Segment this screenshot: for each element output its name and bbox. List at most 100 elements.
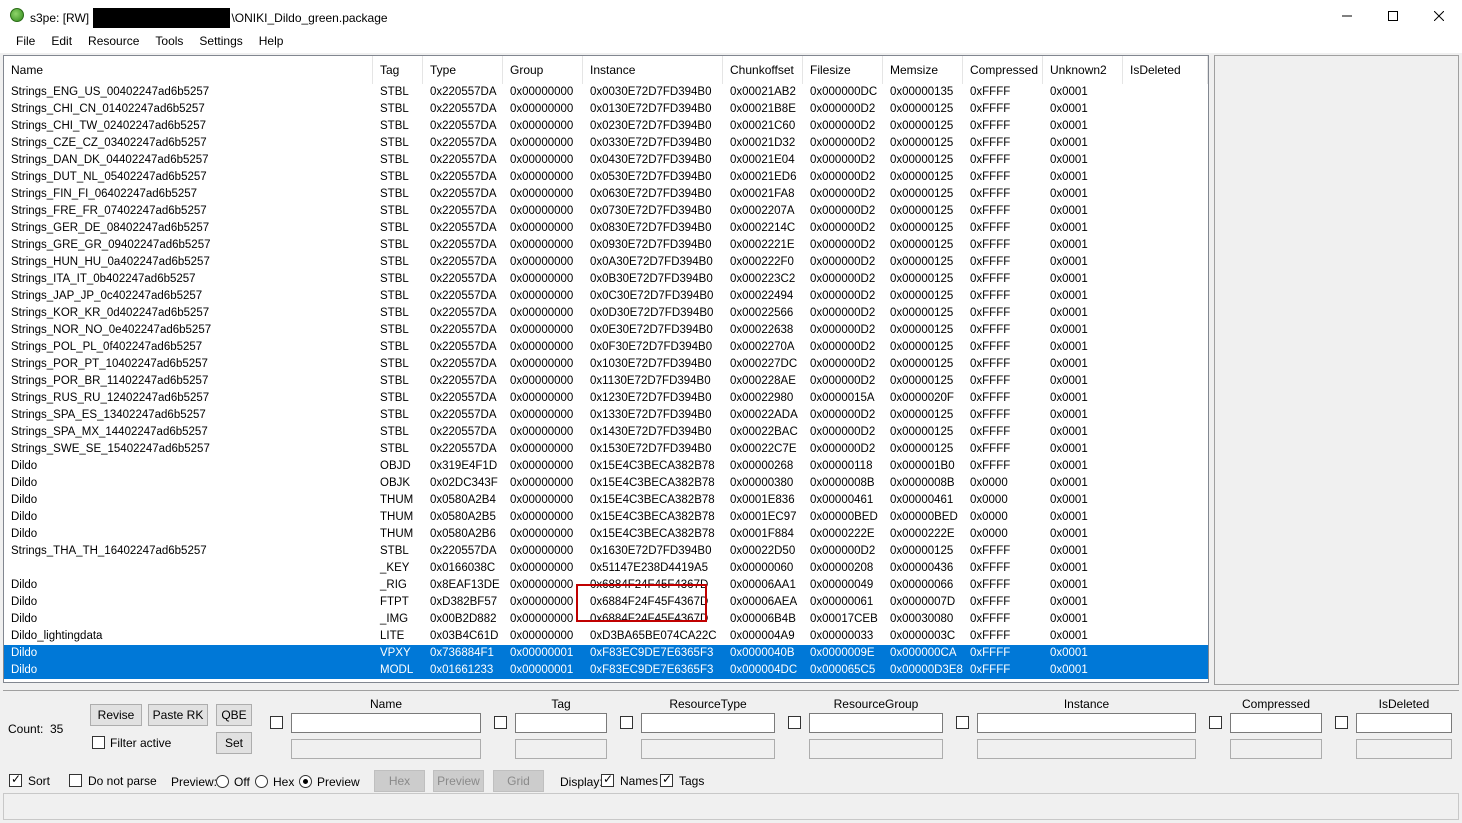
filter-instance-input-2[interactable]: [977, 739, 1196, 759]
filter-isdeleted-input-2[interactable]: [1356, 739, 1452, 759]
menu-help[interactable]: Help: [251, 31, 292, 53]
close-button[interactable]: [1416, 0, 1462, 31]
column-header-chunkoffset[interactable]: Chunkoffset: [723, 56, 803, 84]
filter-active-checkbox[interactable]: [92, 736, 105, 749]
table-row[interactable]: Dildo OBJD 0x319E4F1D 0x00000000 0x15E4C3BEC…: [4, 458, 1208, 475]
cell-unknown2: 0x0001: [1050, 443, 1088, 455]
names-checkbox[interactable]: [601, 772, 614, 787]
resource-list[interactable]: Name Tag Type Group Instance Chunkoffset Files…: [3, 55, 1209, 683]
table-row[interactable]: Strings_POL_PL_0f402247ad6b5257 STBL 0x220…: [4, 339, 1208, 356]
filter-name-input[interactable]: [291, 713, 481, 733]
column-header-group[interactable]: Group: [503, 56, 583, 84]
table-row[interactable]: Strings_DAN_DK_04402247ad6b5257 STBL 0x220…: [4, 152, 1208, 169]
column-header-isdeleted[interactable]: IsDeleted: [1123, 56, 1208, 84]
table-row[interactable]: Strings_SPA_ES_13402247ad6b5257 STBL 0x220…: [4, 407, 1208, 424]
preview-hex-radio[interactable]: [255, 775, 268, 788]
maximize-button[interactable]: [1370, 0, 1416, 31]
table-row[interactable]: Strings_HUN_HU_0a402247ad6b5257 STBL 0x220…: [4, 254, 1208, 271]
cell-isdeleted: [1123, 169, 1208, 186]
table-row[interactable]: Strings_CHI_CN_01402247ad6b5257 STBL 0x220…: [4, 101, 1208, 118]
table-row[interactable]: Strings_ITA_IT_0b402247ad6b5257 STBL 0x220…: [4, 271, 1208, 288]
table-row[interactable]: Strings_FRE_FR_07402247ad6b5257 STBL 0x220…: [4, 203, 1208, 220]
filter-tag-input-2[interactable]: [515, 739, 607, 759]
column-header-compressed[interactable]: Compressed: [963, 56, 1043, 84]
table-row[interactable]: Dildo THUM 0x0580A2B6 0x00000000 0x15E4C3BEC…: [4, 526, 1208, 543]
filter-compressed-input-2[interactable]: [1230, 739, 1322, 759]
table-row[interactable]: Dildo THUM 0x0580A2B5 0x00000000 0x15E4C3BEC…: [4, 509, 1208, 526]
table-row[interactable]: Dildo THUM 0x0580A2B4 0x00000000 0x15E4C3BEC…: [4, 492, 1208, 509]
hex-button[interactable]: Hex: [374, 770, 425, 792]
filter-resourcegroup-input-2[interactable]: [809, 739, 943, 759]
table-row[interactable]: Dildo MODL 0x01661233 0x00000001 0xF83EC9DE7…: [4, 662, 1208, 679]
column-header-type[interactable]: Type: [423, 56, 503, 84]
table-row[interactable]: _KEY 0x0166038C 0x00000000 0x51147E238D4419…: [4, 560, 1208, 577]
table-row[interactable]: Strings_CZE_CZ_03402247ad6b5257 STBL 0x220…: [4, 135, 1208, 152]
column-header-filesize[interactable]: Filesize: [803, 56, 883, 84]
column-header-unknown2[interactable]: Unknown2: [1043, 56, 1123, 84]
table-row[interactable]: Dildo VPXY 0x736884F1 0x00000001 0xF83EC9DE7…: [4, 645, 1208, 662]
filter-name-checkbox[interactable]: [270, 716, 283, 729]
filter-instance-checkbox[interactable]: [956, 716, 969, 729]
filter-name-input-2[interactable]: [291, 739, 481, 759]
preview-button[interactable]: Preview: [433, 770, 484, 792]
cell-compressed: 0xFFFF: [970, 137, 1011, 149]
menu-tools[interactable]: Tools: [147, 31, 191, 53]
table-row[interactable]: Strings_CHI_TW_02402247ad6b5257 STBL 0x220…: [4, 118, 1208, 135]
paste-rk-button[interactable]: Paste RK: [148, 704, 208, 726]
preview-off-radio[interactable]: [216, 775, 229, 788]
table-row[interactable]: Dildo _RIG 0x8EAF13DE 0x00000000 0x6884F24F4…: [4, 577, 1208, 594]
menu-resource[interactable]: Resource: [80, 31, 147, 53]
table-row[interactable]: Dildo FTPT 0xD382BF57 0x00000000 0x6884F24F4…: [4, 594, 1208, 611]
table-row[interactable]: Strings_ENG_US_00402247ad6b5257 STBL 0x220…: [4, 84, 1208, 101]
menu-file[interactable]: File: [8, 31, 43, 53]
table-row[interactable]: Strings_RUS_RU_12402247ad6b5257 STBL 0x220…: [4, 390, 1208, 407]
table-row[interactable]: Dildo_lightingdata LITE 0x03B4C61D 0x000000…: [4, 628, 1208, 645]
table-row[interactable]: Dildo _IMG 0x00B2D882 0x00000000 0x6884F24F4…: [4, 611, 1208, 628]
sort-checkbox[interactable]: [9, 772, 22, 787]
filter-compressed-input[interactable]: [1230, 713, 1322, 733]
filter-instance-input[interactable]: [977, 713, 1196, 733]
table-row[interactable]: Strings_KOR_KR_0d402247ad6b5257 STBL 0x220…: [4, 305, 1208, 322]
filter-isdeleted-input[interactable]: [1356, 713, 1452, 733]
table-row[interactable]: Dildo OBJK 0x02DC343F 0x00000000 0x15E4C3BEC…: [4, 475, 1208, 492]
column-header-instance[interactable]: Instance: [583, 56, 723, 84]
table-row[interactable]: Strings_THA_TH_16402247ad6b5257 STBL 0x220…: [4, 543, 1208, 560]
menu-edit[interactable]: Edit: [43, 31, 80, 53]
cell-tag: STBL: [380, 154, 409, 166]
filter-resourcegroup-input[interactable]: [809, 713, 943, 733]
column-header-tag[interactable]: Tag: [373, 56, 423, 84]
table-row[interactable]: Strings_GER_DE_08402247ad6b5257 STBL 0x220…: [4, 220, 1208, 237]
cell-instance: 0x6884F24F45F4367D: [590, 596, 709, 608]
menu-settings[interactable]: Settings: [191, 31, 250, 53]
table-row[interactable]: Strings_FIN_FI_06402247ad6b5257 STBL 0x220…: [4, 186, 1208, 203]
filter-isdeleted-checkbox[interactable]: [1335, 716, 1348, 729]
table-row[interactable]: Strings_GRE_GR_09402247ad6b5257 STBL 0x220…: [4, 237, 1208, 254]
grid-button[interactable]: Grid: [493, 770, 544, 792]
cell-name: Strings_SWE_SE_15402247ad6b5257: [11, 443, 210, 455]
table-row[interactable]: Strings_JAP_JP_0c402247ad6b5257 STBL 0x220…: [4, 288, 1208, 305]
column-header-memsize[interactable]: Memsize: [883, 56, 963, 84]
preview-preview-radio[interactable]: [299, 775, 312, 788]
table-row[interactable]: Strings_POR_BR_11402247ad6b5257 STBL 0x220…: [4, 373, 1208, 390]
minimize-button[interactable]: [1324, 0, 1370, 31]
cell-group: 0x00000000: [510, 596, 574, 608]
table-row[interactable]: Strings_SPA_MX_14402247ad6b5257 STBL 0x220…: [4, 424, 1208, 441]
filter-resourcetype-input-2[interactable]: [641, 739, 775, 759]
filter-resourcetype-checkbox[interactable]: [620, 716, 633, 729]
do-not-parse-checkbox[interactable]: [69, 774, 82, 787]
filter-compressed-checkbox[interactable]: [1209, 716, 1222, 729]
revise-button[interactable]: Revise: [90, 704, 142, 726]
qbe-button[interactable]: QBE: [216, 704, 252, 726]
filter-tag-input[interactable]: [515, 713, 607, 733]
table-row[interactable]: Strings_NOR_NO_0e402247ad6b5257 STBL 0x220…: [4, 322, 1208, 339]
filter-tag-checkbox[interactable]: [494, 716, 507, 729]
table-row[interactable]: Strings_SWE_SE_15402247ad6b5257 STBL 0x220…: [4, 441, 1208, 458]
column-header-name[interactable]: Name: [4, 56, 373, 84]
table-row[interactable]: Strings_POR_PT_10402247ad6b5257 STBL 0x220…: [4, 356, 1208, 373]
filter-resourcegroup-checkbox[interactable]: [788, 716, 801, 729]
tags-checkbox[interactable]: [660, 772, 673, 787]
cell-unknown2: 0x0001: [1050, 562, 1088, 574]
set-button[interactable]: Set: [216, 732, 252, 754]
table-row[interactable]: Strings_DUT_NL_05402247ad6b5257 STBL 0x220…: [4, 169, 1208, 186]
filter-resourcetype-input[interactable]: [641, 713, 775, 733]
